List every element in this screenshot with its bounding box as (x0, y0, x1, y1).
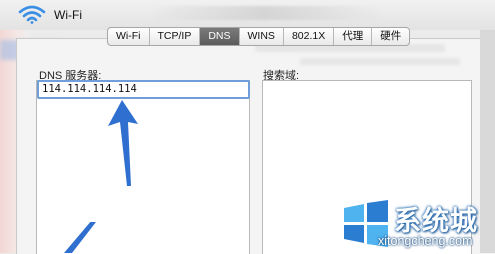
tab-proxy[interactable]: 代理 (334, 28, 373, 45)
blurred-toolbar (150, 6, 380, 20)
watermark-logo: 系统城 xitongcheng.com (336, 198, 495, 253)
tab-wins[interactable]: WINS (240, 28, 284, 45)
annotation-arrow-icon (64, 222, 96, 253)
tab-hardware[interactable]: 硬件 (372, 28, 409, 45)
tab-tcpip[interactable]: TCP/IP (150, 28, 201, 45)
window-title: Wi-Fi (54, 8, 82, 22)
blurred-background-text (300, 58, 460, 65)
tab-wifi[interactable]: Wi-Fi (108, 28, 150, 45)
tab-8021x[interactable]: 802.1X (284, 28, 335, 45)
tab-bar: Wi-Fi TCP/IP DNS WINS 802.1X 代理 硬件 (107, 27, 411, 46)
tab-dns[interactable]: DNS (200, 28, 240, 45)
watermark-name: 系统城 (394, 206, 478, 236)
wifi-icon (18, 5, 46, 24)
dns-server-entry-input[interactable]: 114.114.114.114 (37, 80, 250, 99)
title-bar: Wi-Fi (0, 0, 495, 30)
annotation-arrow-icon (108, 100, 138, 186)
watermark-url: xitongcheng.com (378, 234, 473, 248)
